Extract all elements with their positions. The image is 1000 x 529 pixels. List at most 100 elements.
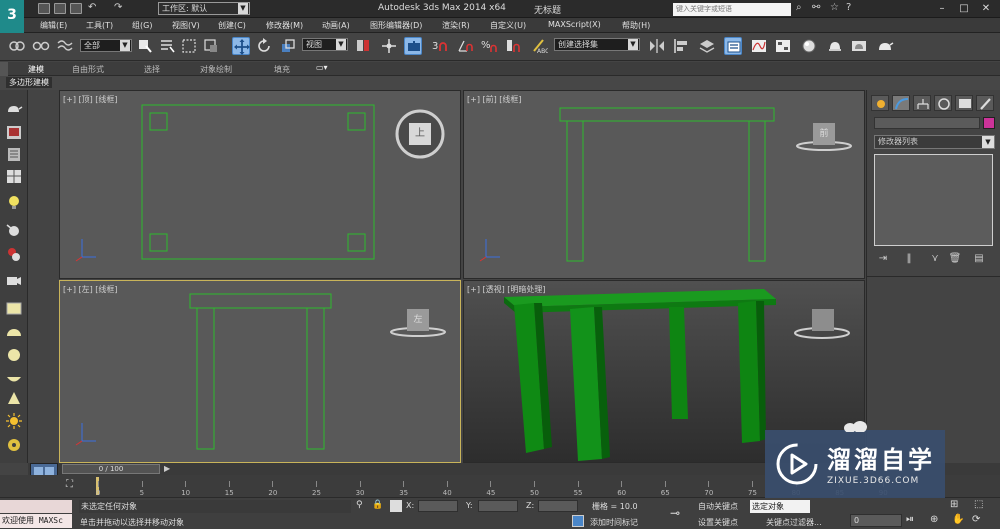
viewcube-top[interactable]: 上	[409, 123, 431, 145]
bowl-icon[interactable]	[5, 370, 23, 387]
viewport-left[interactable]: [+] [左] [线框] 左	[59, 280, 461, 463]
object-name-input[interactable]	[874, 117, 980, 129]
subtab-polygon-modeling[interactable]: 多边形建模	[6, 77, 52, 88]
tab-freeform[interactable]: 自由形式	[72, 64, 104, 75]
utilities-panel-tab-icon[interactable]	[976, 95, 994, 111]
modifier-stack-list[interactable]	[874, 154, 993, 246]
layer-manager-icon[interactable]	[698, 37, 716, 55]
tab-modeling[interactable]: 建模	[28, 64, 44, 75]
select-manipulate-icon[interactable]	[380, 37, 398, 55]
tab-populate[interactable]: 填充	[274, 64, 290, 75]
search-icon[interactable]: ⌕	[796, 2, 802, 13]
star-icon[interactable]: ☆	[830, 2, 839, 13]
hierarchy-panel-tab-icon[interactable]	[913, 95, 931, 111]
select-move-icon[interactable]	[232, 37, 250, 55]
schematic-view-icon[interactable]	[774, 37, 792, 55]
tab-object-paint[interactable]: 对象绘制	[200, 64, 232, 75]
maximize-button[interactable]: □	[954, 2, 974, 15]
minimize-button[interactable]: –	[932, 2, 952, 15]
menu-tools[interactable]: 工具(T)	[86, 20, 113, 31]
key-icon[interactable]: ⊸	[670, 506, 680, 520]
render-production-icon[interactable]	[876, 37, 894, 55]
lock-icon[interactable]: 🔒	[372, 500, 383, 510]
undo-icon[interactable]: ↶	[88, 2, 96, 13]
mirror-icon[interactable]	[648, 37, 666, 55]
next-frame-icon[interactable]: ▶	[164, 464, 170, 473]
edit-named-selection-icon[interactable]: ABC	[530, 37, 549, 55]
named-selection-dropdown[interactable]: 创建选择集 ▼	[554, 38, 640, 51]
menu-customize[interactable]: 自定义(U)	[490, 20, 526, 31]
configure-modifier-sets-icon[interactable]: ▤	[971, 252, 987, 266]
orbit-icon[interactable]: ⟳	[972, 514, 980, 525]
display-panel-tab-icon[interactable]	[955, 95, 973, 111]
ribbon-grip[interactable]	[0, 62, 8, 76]
torus-icon[interactable]	[5, 436, 23, 453]
zoom-icon[interactable]: ⊕	[930, 514, 938, 525]
viewcube-front[interactable]: 前	[813, 123, 835, 145]
cone-icon[interactable]	[5, 390, 23, 407]
x-coordinate-input[interactable]	[418, 500, 458, 512]
create-panel-tab-icon[interactable]	[871, 95, 889, 111]
menu-views[interactable]: 视图(V)	[172, 20, 200, 31]
new-file-icon[interactable]	[38, 3, 50, 14]
menu-group[interactable]: 组(G)	[132, 20, 152, 31]
search-input[interactable]: 键入关键字或短语	[673, 3, 791, 16]
window-crossing-icon[interactable]	[202, 37, 220, 55]
binoculars-icon[interactable]: ⚯	[812, 2, 820, 13]
snaps-toggle-icon[interactable]: 3	[430, 37, 448, 55]
menu-edit[interactable]: 编辑(E)	[40, 20, 67, 31]
object-color-swatch[interactable]	[983, 117, 995, 129]
make-unique-icon[interactable]: ⋎	[927, 252, 943, 266]
bind-spacewarp-icon[interactable]	[56, 37, 74, 55]
menu-help[interactable]: 帮助(H)	[622, 20, 650, 31]
render-frame-icon[interactable]	[5, 124, 23, 141]
auto-key-button[interactable]: 自动关键点	[698, 501, 738, 512]
pivot-center-icon[interactable]	[354, 37, 372, 55]
maximize-viewport-icon[interactable]: ⬚	[974, 499, 983, 510]
menu-rendering[interactable]: 渲染(R)	[442, 20, 470, 31]
help-icon[interactable]: ?	[846, 2, 851, 13]
current-frame-input[interactable]: 0	[850, 514, 902, 527]
set-key-button[interactable]: 设置关键点	[698, 517, 738, 528]
unlink-icon[interactable]	[32, 37, 50, 55]
sun-icon[interactable]	[5, 412, 23, 429]
region-select-icon[interactable]	[180, 37, 198, 55]
reference-coordinate-dropdown[interactable]: 视图 ▼	[302, 38, 348, 51]
maxscript-listener-top[interactable]	[0, 500, 72, 513]
motion-panel-tab-icon[interactable]	[934, 95, 952, 111]
sphere-icon[interactable]	[5, 346, 23, 363]
select-rotate-icon[interactable]	[255, 37, 273, 55]
selection-filter-dropdown[interactable]: 全部 ▼	[80, 39, 132, 52]
menu-create[interactable]: 创建(C)	[218, 20, 246, 31]
spot-light-icon[interactable]	[5, 222, 23, 239]
y-coordinate-input[interactable]	[478, 500, 518, 512]
show-end-result-icon[interactable]: ‖	[901, 252, 917, 266]
rendered-frame-icon[interactable]	[850, 37, 868, 55]
keyboard-shortcut-toggle-icon[interactable]	[404, 37, 422, 55]
key-filters-button[interactable]: 关键点过滤器...	[766, 517, 822, 528]
camera-icon[interactable]	[5, 272, 23, 289]
modify-panel-tab-icon[interactable]	[892, 95, 910, 111]
zoom-all-icon[interactable]: ⊞	[950, 499, 958, 510]
key-selection-dropdown[interactable]: 选定对象	[750, 500, 810, 513]
z-coordinate-input[interactable]	[538, 500, 578, 512]
app-logo-icon[interactable]: 3	[0, 0, 24, 33]
link-icon[interactable]	[8, 37, 26, 55]
modifier-list-dropdown[interactable]: 修改器列表 ▼	[874, 135, 995, 149]
absolute-mode-icon[interactable]	[390, 500, 402, 512]
tools-icon[interactable]	[5, 246, 23, 263]
select-object-icon[interactable]	[136, 37, 154, 55]
maxscript-mini-listener[interactable]: 欢迎使用 MAXSc	[0, 514, 72, 528]
remove-modifier-icon[interactable]: 🗑	[947, 252, 963, 266]
time-slider-thumb[interactable]: 0 / 100	[62, 464, 160, 474]
teapot-icon[interactable]	[5, 100, 23, 117]
add-time-tag-text[interactable]: 添加时间标记	[590, 517, 638, 528]
pin-stack-icon[interactable]: ⇥	[875, 252, 891, 266]
open-file-icon[interactable]	[54, 3, 66, 14]
align-icon[interactable]	[672, 37, 690, 55]
pin-icon[interactable]: ⚲	[356, 500, 363, 510]
menu-graph-editors[interactable]: 图形编辑器(D)	[370, 20, 422, 31]
select-by-name-icon[interactable]	[158, 37, 176, 55]
workspace-dropdown[interactable]: 工作区: 默认 ▼	[158, 2, 250, 15]
menu-animation[interactable]: 动画(A)	[322, 20, 350, 31]
